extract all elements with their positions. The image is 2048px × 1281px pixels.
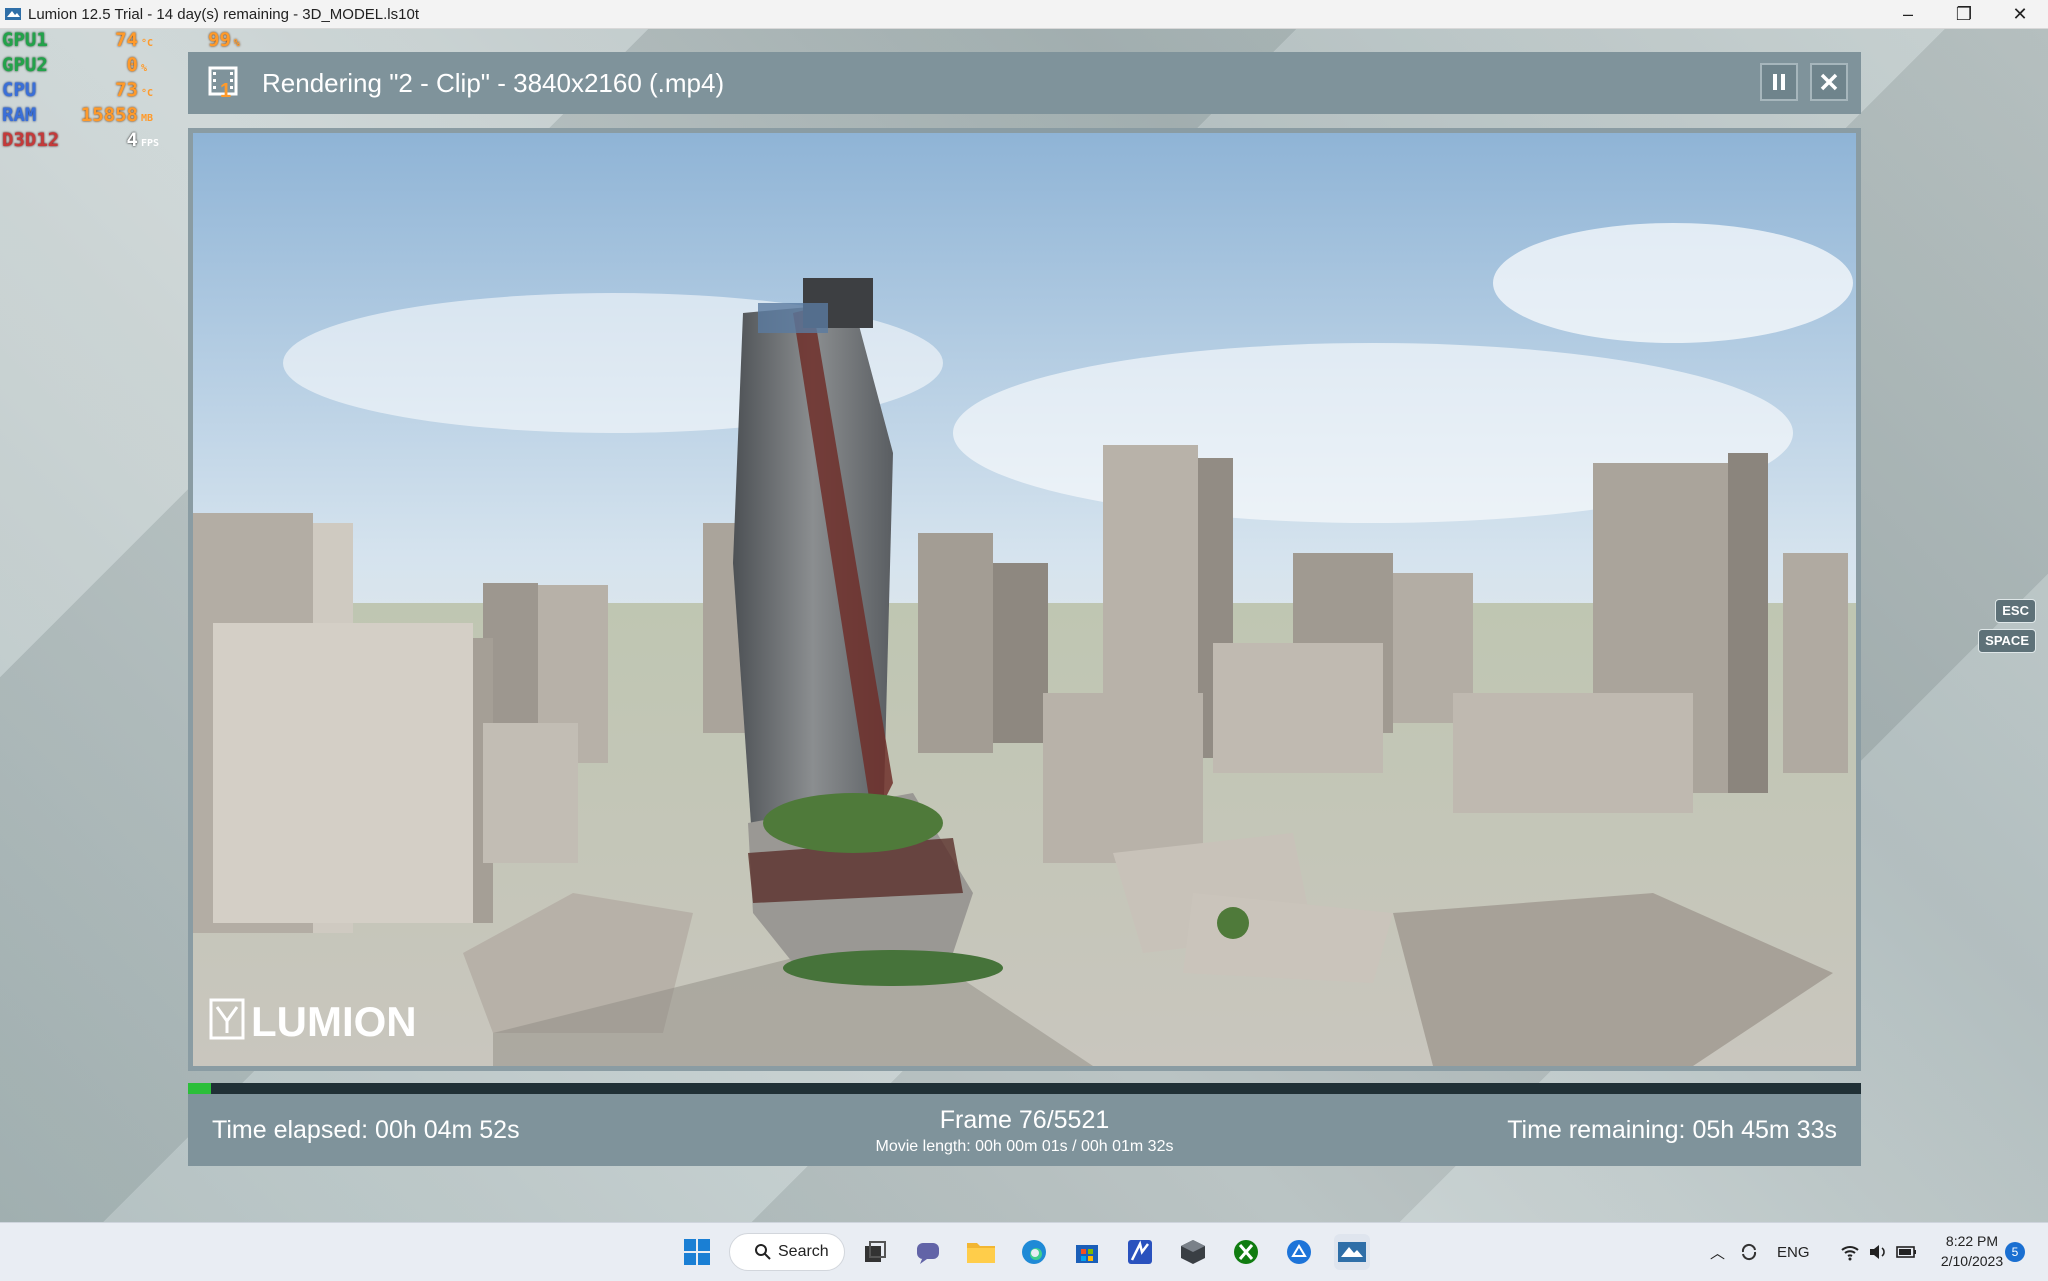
overlay-label: RAM [2, 104, 37, 126]
folder-icon [967, 1243, 995, 1263]
app-icon-blue [1128, 1240, 1152, 1264]
overlay-row-ram: RAM 15858 MB [2, 103, 159, 128]
render-panel-header: 1 Rendering "2 - Clip" - 3840x2160 (.mp4… [188, 52, 1861, 114]
overlay-value: 74 [115, 29, 138, 51]
notification-badge[interactable]: 5 [2005, 1242, 2025, 1262]
overlay-unit: % [141, 63, 148, 74]
store-icon [1076, 1245, 1098, 1263]
overlay-row-fps: D3D12 4 FPS [2, 128, 159, 153]
overlay-value: 0 [126, 54, 138, 76]
overlay-unit: FPS [141, 138, 160, 149]
overlay-gpu-load-unit: % [233, 38, 240, 49]
taskbar: Search ︿ ENG 8:22 PM 2/10/2023 5 [0, 1222, 2048, 1281]
cancel-render-button[interactable] [1810, 63, 1848, 101]
time-remaining: Time remaining: 05h 45m 33s [1507, 1116, 1837, 1144]
pause-button[interactable] [1760, 63, 1798, 101]
overlay-unit: °C [141, 38, 154, 49]
app-button-3d[interactable] [1175, 1234, 1211, 1270]
teams-chat-button[interactable] [910, 1234, 946, 1270]
start-button[interactable] [679, 1234, 715, 1270]
close-window-button[interactable]: ✕ [1992, 0, 2048, 28]
film-badge: 1 [220, 80, 232, 102]
app-button-network[interactable] [1281, 1234, 1317, 1270]
overlay-unit: MB [141, 113, 154, 124]
minimize-button[interactable]: – [1880, 0, 1936, 28]
overlay-row-cpu: CPU 73 °C [2, 78, 159, 103]
edge-browser-button[interactable] [1016, 1234, 1052, 1270]
render-progress-bar [188, 1083, 1861, 1094]
store-button[interactable] [1069, 1234, 1105, 1270]
space-key-hint[interactable]: SPACE [1978, 629, 2036, 653]
search-icon [755, 1244, 771, 1260]
task-view-button[interactable] [857, 1234, 893, 1270]
film-icon: 1 [208, 66, 248, 102]
lumion-taskbar-icon [1338, 1242, 1366, 1262]
render-panel-footer: Time elapsed: 00h 04m 52s Frame 76/5521 … [188, 1094, 1861, 1166]
network-app-icon [1287, 1240, 1311, 1264]
close-icon [1820, 73, 1838, 91]
windows-icon [684, 1239, 710, 1265]
system-tray: ︿ ENG [1710, 1223, 1918, 1281]
lumion-taskbar-button[interactable] [1334, 1234, 1370, 1270]
pause-icon [1773, 74, 1785, 90]
overlay-label: GPU1 [2, 29, 48, 51]
lumion-app-icon [5, 8, 21, 20]
chat-icon [917, 1243, 939, 1264]
window-title: Lumion 12.5 Trial - 14 day(s) remaining … [28, 5, 419, 23]
overlay-label: CPU [2, 79, 37, 101]
lumion-watermark: LUMION [251, 998, 417, 1045]
overlay-value: 73 [115, 79, 138, 101]
overlay-unit: °C [141, 88, 154, 99]
search-label: Search [778, 1243, 829, 1260]
file-explorer-button[interactable] [963, 1234, 999, 1270]
render-progress-fill [188, 1083, 212, 1094]
taskbar-search[interactable]: Search [729, 1233, 845, 1271]
task-view-icon [865, 1241, 886, 1262]
window-titlebar: Lumion 12.5 Trial - 14 day(s) remaining … [0, 0, 2048, 29]
cube-icon [1181, 1240, 1205, 1264]
render-title: Rendering "2 - Clip" - 3840x2160 (.mp4) [262, 67, 725, 98]
xbox-button[interactable] [1228, 1234, 1264, 1270]
edge-icon [1022, 1240, 1046, 1264]
chevron-up-icon[interactable]: ︿ [1710, 1242, 1725, 1263]
overlay-row-gpu2: GPU2 0 % [2, 53, 159, 78]
volume-icon[interactable] [1868, 1243, 1888, 1261]
sync-icon[interactable] [1739, 1242, 1759, 1262]
esc-key-hint[interactable]: ESC [1995, 599, 2036, 623]
wifi-icon[interactable] [1840, 1243, 1860, 1261]
performance-overlay: GPU1 74 °C 99% GPU2 0 % CPU 73 °C RAM 15… [2, 28, 240, 153]
overlay-value: 15858 [80, 104, 138, 126]
render-preview: LUMION [188, 128, 1861, 1071]
render-preview-image: LUMION [193, 133, 1856, 1066]
overlay-gpu-load-value: 99 [208, 29, 231, 51]
xbox-icon [1234, 1240, 1258, 1264]
language-indicator[interactable]: ENG [1777, 1244, 1810, 1261]
overlay-label: GPU2 [2, 54, 48, 76]
overlay-row-gpu1: GPU1 74 °C 99% [2, 28, 240, 53]
app-button-blue[interactable] [1122, 1234, 1158, 1270]
overlay-label: D3D12 [2, 129, 60, 151]
restore-button[interactable]: ❐ [1936, 0, 1992, 28]
overlay-value: 4 [126, 129, 138, 151]
